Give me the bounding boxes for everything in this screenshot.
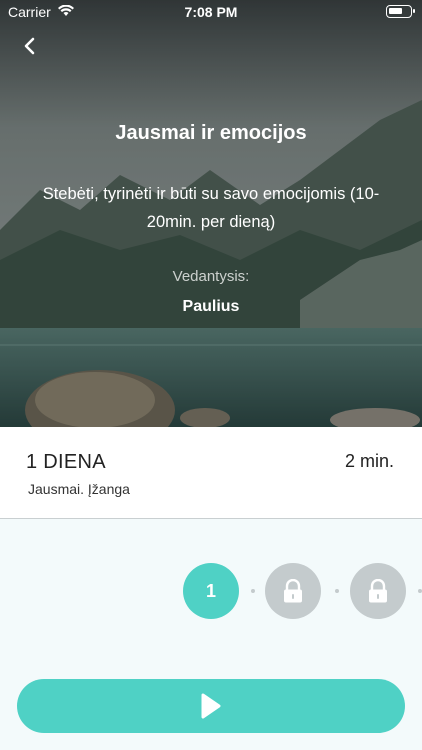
hero-banner: Carrier 7:08 PM Jausmai ir emocijos Steb… xyxy=(0,0,422,427)
lesson-row[interactable]: 1 DIENA Jausmai. Įžanga 2 min. xyxy=(0,427,422,519)
course-description: Stebėti, tyrinėti ir būti su savo emocij… xyxy=(42,185,380,231)
step-2-locked[interactable] xyxy=(265,563,321,619)
play-button[interactable] xyxy=(17,679,405,733)
guide-label: Vedantysis: xyxy=(172,268,250,285)
step-separator xyxy=(418,589,422,593)
back-button[interactable] xyxy=(18,34,42,58)
lesson-day: 1 DIENA xyxy=(26,451,106,473)
chevron-left-icon xyxy=(24,37,35,55)
course-title: Jausmai ir emocijos xyxy=(115,122,307,144)
progress-steps: 1 xyxy=(0,563,422,619)
step-separator xyxy=(251,589,255,593)
status-bar: Carrier 7:08 PM xyxy=(0,0,422,24)
lock-icon xyxy=(284,579,302,603)
lesson-duration: 2 min. xyxy=(344,451,394,471)
lock-icon xyxy=(369,579,387,603)
step-1-label: 1 xyxy=(205,580,216,601)
status-time: 7:08 PM xyxy=(184,4,238,20)
step-3-locked[interactable] xyxy=(350,563,406,619)
battery-icon xyxy=(386,5,415,18)
guide-name: Paulius xyxy=(182,298,240,315)
play-icon xyxy=(201,693,221,719)
lesson-name: Jausmai. Įžanga xyxy=(28,481,130,497)
step-1[interactable]: 1 xyxy=(183,563,239,619)
step-separator xyxy=(335,589,339,593)
